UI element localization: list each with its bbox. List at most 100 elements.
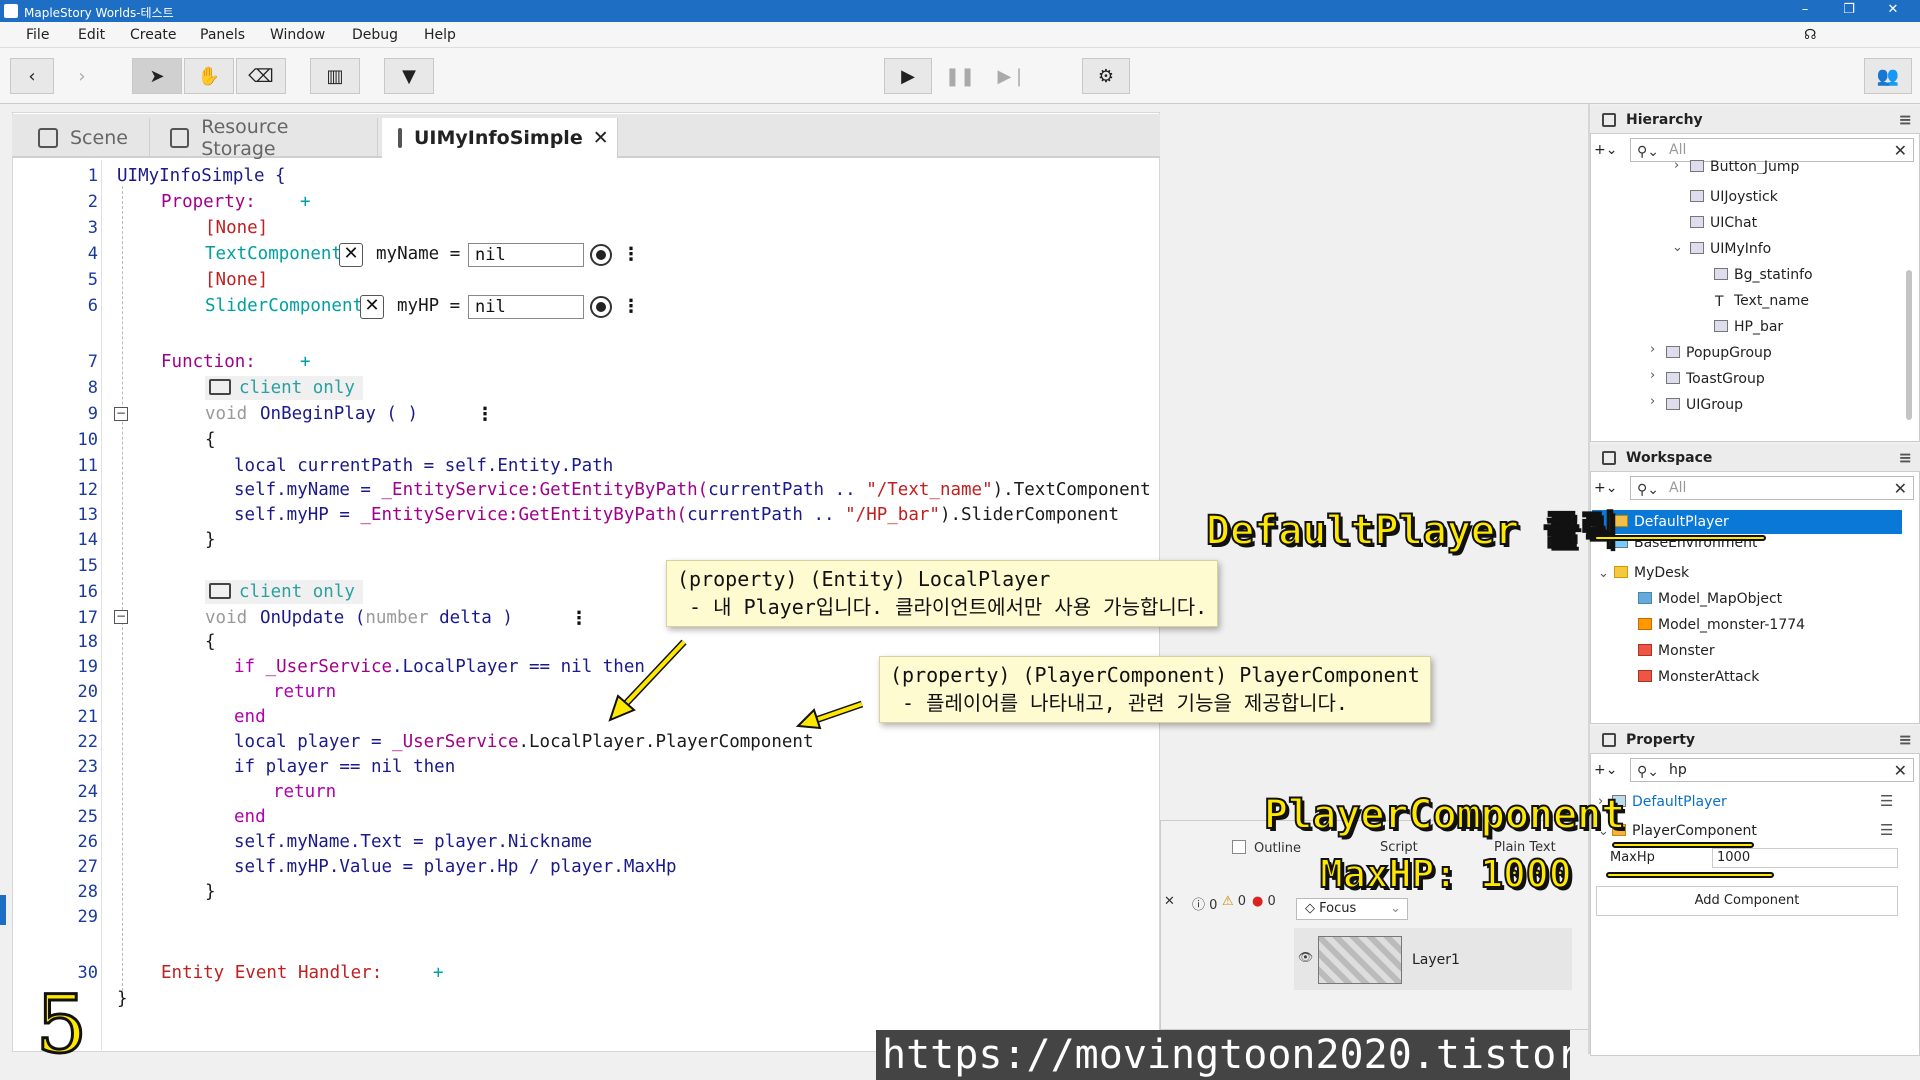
tree-item[interactable]: Model_monster-1774 bbox=[1638, 614, 1805, 636]
tree-item[interactable]: UIGroup bbox=[1666, 394, 1743, 416]
target-icon[interactable] bbox=[590, 244, 612, 266]
focus-dropdown[interactable]: ◇ Focus ⌄ bbox=[1296, 898, 1408, 920]
menu-debug[interactable]: Debug bbox=[352, 27, 398, 43]
property-entity[interactable]: DefaultPlayer bbox=[1612, 791, 1727, 813]
property-type[interactable]: SliderComponent bbox=[205, 296, 363, 316]
play-button[interactable]: ▶ bbox=[884, 58, 932, 94]
menu-file[interactable]: File bbox=[26, 27, 49, 43]
tree-item[interactable]: Model_MapObject bbox=[1638, 588, 1782, 610]
fold-icon[interactable]: − bbox=[114, 407, 128, 421]
chevron-right-icon[interactable]: › bbox=[1650, 368, 1655, 383]
function-signature[interactable]: OnUpdate (number delta ) bbox=[260, 608, 513, 628]
fold-icon[interactable]: − bbox=[114, 610, 128, 624]
more-icon[interactable]: ⋮ bbox=[622, 244, 640, 265]
minimize-icon[interactable]: – bbox=[1790, 2, 1820, 17]
code-line: self.myHP = _EntityService:GetEntityByPa… bbox=[234, 505, 1120, 525]
tree-item[interactable]: MyDesk bbox=[1614, 562, 1689, 584]
menu-help[interactable]: Help bbox=[424, 27, 456, 43]
chevron-down-icon[interactable]: ⌄ bbox=[1598, 566, 1609, 581]
tree-item[interactable]: MonsterAttack bbox=[1638, 666, 1759, 688]
tree-item-defaultplayer[interactable]: DefaultPlayer bbox=[1614, 511, 1729, 533]
tree-item[interactable]: Bg_statinfo bbox=[1714, 264, 1813, 286]
visibility-icon[interactable]: 👁 bbox=[1298, 950, 1313, 964]
scrollbar[interactable] bbox=[1906, 270, 1912, 420]
remove-type-icon[interactable]: ✕ bbox=[360, 295, 384, 319]
tree-item[interactable]: Button_Jump bbox=[1690, 160, 1799, 174]
back-button[interactable]: ‹ bbox=[10, 58, 54, 94]
forward-button[interactable]: › bbox=[60, 58, 104, 94]
tree-item[interactable]: T Text_name bbox=[1714, 290, 1809, 312]
client-only-badge[interactable]: client only bbox=[205, 580, 363, 604]
property-type[interactable]: TextComponent bbox=[205, 244, 342, 264]
step-button[interactable]: ▶❘ bbox=[988, 58, 1036, 94]
add-icon[interactable]: +⌄ bbox=[1594, 480, 1617, 496]
property-component[interactable]: PlayerComponent bbox=[1612, 820, 1757, 842]
menu-panels[interactable]: Panels bbox=[200, 27, 245, 43]
menu-edit[interactable]: Edit bbox=[78, 27, 105, 43]
debug-icon[interactable]: ⚙ bbox=[1082, 58, 1130, 94]
hand-tool-icon[interactable]: ✋ bbox=[184, 58, 234, 94]
chevron-right-icon[interactable]: › bbox=[1650, 342, 1655, 357]
tree-item[interactable]: UIChat bbox=[1690, 212, 1757, 234]
myname-value-input[interactable]: nil bbox=[468, 243, 584, 267]
maxhp-input[interactable]: 1000 bbox=[1712, 848, 1898, 868]
tree-item[interactable]: UIMyInfo bbox=[1690, 238, 1771, 260]
warn-count[interactable]: ⚠ 0 bbox=[1222, 894, 1246, 909]
outline-tab[interactable]: Outline bbox=[1232, 840, 1301, 856]
tree-item[interactable]: PopupGroup bbox=[1666, 342, 1772, 364]
myhp-value-input[interactable]: nil bbox=[468, 295, 584, 319]
more-icon[interactable]: ⋮ bbox=[622, 296, 640, 317]
pause-button[interactable]: ❚❚ bbox=[936, 58, 984, 94]
log-count[interactable]: ⓘ 0 bbox=[1192, 894, 1217, 913]
headset-icon[interactable]: ☊ bbox=[1804, 27, 1816, 43]
eraser-tool-icon[interactable]: ⌫ bbox=[236, 58, 286, 94]
close-icon[interactable]: ✕ bbox=[1878, 2, 1908, 17]
client-only-badge[interactable]: client only bbox=[205, 376, 363, 400]
tree-item[interactable]: ToastGroup bbox=[1666, 368, 1765, 390]
more-icon[interactable]: ⋮ bbox=[476, 404, 494, 425]
panel-menu-icon[interactable]: ≡ bbox=[1899, 110, 1912, 129]
add-property-button[interactable]: + bbox=[300, 192, 311, 212]
add-icon[interactable]: +⌄ bbox=[1594, 762, 1617, 778]
chevron-down-icon[interactable]: ⌄ bbox=[1672, 240, 1683, 255]
layer-row[interactable]: 👁 Layer1 bbox=[1294, 928, 1572, 990]
remove-type-icon[interactable]: ✕ bbox=[339, 243, 363, 267]
hierarchy-search-input[interactable]: ⚲⌄ All ✕ bbox=[1630, 138, 1914, 162]
add-function-button[interactable]: + bbox=[300, 352, 311, 372]
maximize-icon[interactable]: ❐ bbox=[1834, 2, 1864, 17]
function-name[interactable]: OnBeginPlay ( ) bbox=[260, 404, 418, 424]
users-icon[interactable]: 👥 bbox=[1864, 58, 1912, 94]
more-icon[interactable]: ⋮ bbox=[570, 608, 588, 629]
attribute-tag[interactable]: [None] bbox=[205, 270, 268, 290]
target-icon[interactable] bbox=[590, 296, 612, 318]
tab-scene[interactable]: Scene bbox=[22, 118, 150, 158]
menu-create[interactable]: Create bbox=[130, 27, 177, 43]
clear-search-icon: ✕ bbox=[1893, 141, 1907, 160]
chevron-right-icon[interactable]: › bbox=[1650, 394, 1655, 409]
workspace-search-input[interactable]: ⚲⌄ All ✕ bbox=[1630, 476, 1914, 500]
add-component-button[interactable]: Add Component bbox=[1596, 886, 1898, 916]
panel-menu-icon[interactable]: ≡ bbox=[1899, 730, 1912, 749]
panel-menu-icon[interactable]: ≡ bbox=[1899, 448, 1912, 467]
select-tool-icon[interactable]: ➤ bbox=[132, 58, 182, 94]
row-menu-icon[interactable]: ☰ bbox=[1880, 821, 1893, 839]
error-count[interactable]: ● 0 bbox=[1252, 894, 1276, 909]
attribute-tag[interactable]: [None] bbox=[205, 218, 268, 238]
hierarchy-icon bbox=[1602, 113, 1616, 127]
terrain-tool-icon[interactable]: ▼ bbox=[384, 58, 434, 94]
tree-item[interactable]: Monster bbox=[1638, 640, 1715, 662]
tab-uimyinfosimple[interactable]: UIMyInfoSimple ✕ bbox=[382, 118, 618, 158]
menu-window[interactable]: Window bbox=[270, 27, 325, 43]
search-icon: ⚲⌄ bbox=[1637, 482, 1659, 498]
tree-item[interactable]: UIJoystick bbox=[1690, 186, 1778, 208]
tab-resource-storage[interactable]: Resource Storage bbox=[154, 116, 378, 160]
add-event-button[interactable]: + bbox=[433, 963, 444, 983]
property-search-input[interactable]: ⚲⌄ hp ✕ bbox=[1630, 758, 1914, 782]
clear-icon[interactable]: ✕ bbox=[1164, 894, 1175, 909]
close-tab-icon[interactable]: ✕ bbox=[593, 127, 609, 149]
line-number: 12 bbox=[77, 480, 98, 500]
tree-item[interactable]: HP_bar bbox=[1714, 316, 1783, 338]
add-icon[interactable]: +⌄ bbox=[1594, 142, 1617, 158]
grid-tool-icon[interactable]: ▥ bbox=[310, 58, 360, 94]
row-menu-icon[interactable]: ☰ bbox=[1880, 792, 1893, 810]
